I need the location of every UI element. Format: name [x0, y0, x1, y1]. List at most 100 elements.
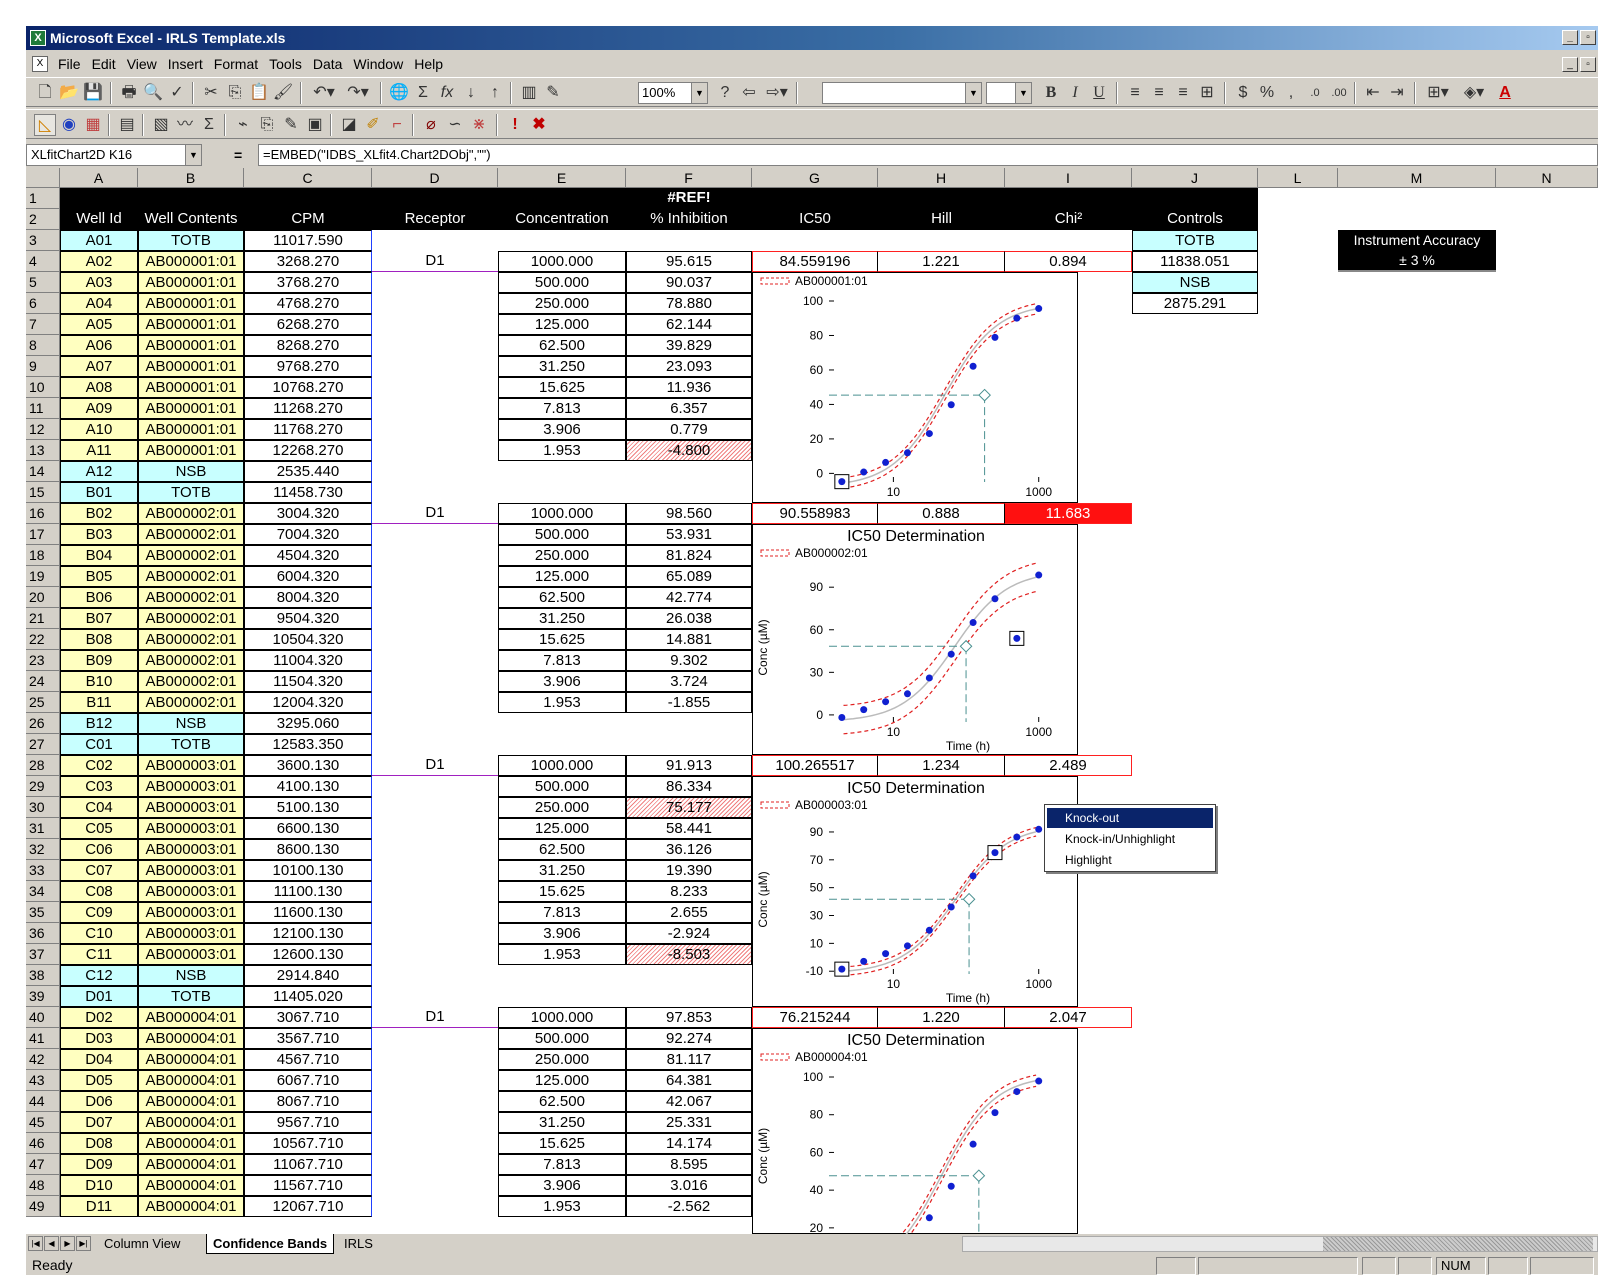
- well-id-cell[interactable]: B09: [60, 650, 138, 671]
- row-header[interactable]: 30: [26, 797, 60, 818]
- row-header[interactable]: 22: [26, 629, 60, 650]
- xlfit-knockout-icon[interactable]: ⌀: [420, 114, 442, 136]
- row-header[interactable]: 43: [26, 1070, 60, 1091]
- row-header[interactable]: 34: [26, 881, 60, 902]
- concentration-cell[interactable]: 500.000: [498, 776, 626, 797]
- next-sheet-icon[interactable]: ▶: [60, 1236, 75, 1251]
- inhibition-cell[interactable]: 58.441: [626, 818, 752, 839]
- menu-help[interactable]: Help: [414, 52, 443, 76]
- xlfit-line-icon[interactable]: ⌐: [386, 114, 408, 136]
- well-id-cell[interactable]: A03: [60, 272, 138, 293]
- cpm-cell[interactable]: 11405.020: [244, 986, 372, 1007]
- well-id-cell[interactable]: C12: [60, 965, 138, 986]
- concentration-cell[interactable]: 1000.000: [498, 755, 626, 776]
- well-contents-cell[interactable]: AB000001:01: [138, 398, 244, 419]
- cpm-cell[interactable]: 4567.710: [244, 1049, 372, 1070]
- concentration-cell[interactable]: 1.953: [498, 1196, 626, 1217]
- cpm-cell[interactable]: 2535.440: [244, 461, 372, 482]
- cpm-cell[interactable]: 6067.710: [244, 1070, 372, 1091]
- well-id-cell[interactable]: D02: [60, 1007, 138, 1028]
- well-contents-cell[interactable]: AB000003:01: [138, 818, 244, 839]
- inhibition-cell[interactable]: 19.390: [626, 860, 752, 881]
- well-id-cell[interactable]: A01: [60, 230, 138, 251]
- cpm-cell[interactable]: 7004.320: [244, 524, 372, 545]
- concentration-cell[interactable]: 1000.000: [498, 251, 626, 272]
- xlfit-chart-icon[interactable]: ◺: [34, 114, 56, 136]
- cpm-cell[interactable]: 11600.130: [244, 902, 372, 923]
- receptor-cell[interactable]: D1: [372, 503, 498, 524]
- controls-totb-value[interactable]: 11838.051: [1132, 251, 1258, 272]
- well-id-cell[interactable]: B12: [60, 713, 138, 734]
- row-header[interactable]: 38: [26, 965, 60, 986]
- hill-cell[interactable]: 1.221: [878, 251, 1005, 272]
- xlfit-fit-icon[interactable]: ▧: [150, 114, 172, 136]
- concentration-cell[interactable]: 3.906: [498, 671, 626, 692]
- format-painter-icon[interactable]: 🖌: [272, 82, 294, 104]
- well-contents-cell[interactable]: AB000001:01: [138, 440, 244, 461]
- menu-data[interactable]: Data: [313, 52, 343, 76]
- well-contents-cell[interactable]: AB000002:01: [138, 671, 244, 692]
- well-id-cell[interactable]: C02: [60, 755, 138, 776]
- inhibition-cell[interactable]: 78.880: [626, 293, 752, 314]
- cpm-cell[interactable]: 9504.320: [244, 608, 372, 629]
- row-header[interactable]: 33: [26, 860, 60, 881]
- ic50-cell[interactable]: 100.265517: [752, 755, 878, 776]
- well-id-cell[interactable]: A12: [60, 461, 138, 482]
- menu-view[interactable]: View: [127, 52, 157, 76]
- cpm-cell[interactable]: 3768.270: [244, 272, 372, 293]
- xlfit-edit-icon[interactable]: ✎: [280, 114, 302, 136]
- cpm-cell[interactable]: 9768.270: [244, 356, 372, 377]
- formula-input[interactable]: =EMBED("IDBS_XLfit4.Chart2DObj",""): [258, 144, 1598, 166]
- comma-icon[interactable]: ,: [1280, 82, 1302, 104]
- inhibition-cell[interactable]: -2.924: [626, 923, 752, 944]
- row-header[interactable]: 5: [26, 272, 60, 293]
- new-icon[interactable]: 🗋: [34, 82, 56, 104]
- well-contents-cell[interactable]: AB000002:01: [138, 608, 244, 629]
- prev-sheet-icon[interactable]: ◀: [44, 1236, 59, 1251]
- well-contents-cell[interactable]: AB000003:01: [138, 839, 244, 860]
- inhibition-cell[interactable]: -8.503: [626, 944, 752, 965]
- well-contents-cell[interactable]: AB000001:01: [138, 419, 244, 440]
- concentration-cell[interactable]: 7.813: [498, 650, 626, 671]
- inhibition-cell[interactable]: 26.038: [626, 608, 752, 629]
- row-header[interactable]: 27: [26, 734, 60, 755]
- row-header[interactable]: 24: [26, 671, 60, 692]
- inhibition-cell[interactable]: 3.016: [626, 1175, 752, 1196]
- cpm-cell[interactable]: 10504.320: [244, 629, 372, 650]
- inhibition-cell[interactable]: 11.936: [626, 377, 752, 398]
- row-header[interactable]: 21: [26, 608, 60, 629]
- minimize-button[interactable]: _: [1562, 30, 1578, 45]
- cpm-cell[interactable]: 9567.710: [244, 1112, 372, 1133]
- well-id-cell[interactable]: D11: [60, 1196, 138, 1217]
- well-contents-cell[interactable]: AB000002:01: [138, 650, 244, 671]
- last-sheet-icon[interactable]: ▶|: [76, 1236, 91, 1251]
- xlfit-chart[interactable]: IC50 Determination AB000002:01 0 30 60 90 10 10…: [752, 524, 1078, 755]
- well-contents-cell[interactable]: AB000002:01: [138, 692, 244, 713]
- inhibition-cell[interactable]: 14.174: [626, 1133, 752, 1154]
- controls-nsb-value[interactable]: 2875.291: [1132, 293, 1258, 314]
- row-header[interactable]: 2: [26, 209, 60, 230]
- well-contents-cell[interactable]: AB000001:01: [138, 293, 244, 314]
- well-id-cell[interactable]: B10: [60, 671, 138, 692]
- select-all-corner[interactable]: [26, 168, 60, 188]
- row-header[interactable]: 19: [26, 566, 60, 587]
- bold-icon[interactable]: B: [1040, 82, 1062, 104]
- font-combo[interactable]: ▼: [822, 82, 982, 104]
- sheet-tab-irls[interactable]: IRLS: [338, 1234, 379, 1254]
- column-header-a[interactable]: A: [60, 168, 138, 188]
- sheet-tab-confidence-bands[interactable]: Confidence Bands: [206, 1234, 335, 1254]
- inhibition-cell[interactable]: 53.931: [626, 524, 752, 545]
- concentration-cell[interactable]: 1000.000: [498, 503, 626, 524]
- well-contents-cell[interactable]: TOTB: [138, 734, 244, 755]
- well-contents-cell[interactable]: TOTB: [138, 230, 244, 251]
- well-contents-cell[interactable]: AB000002:01: [138, 503, 244, 524]
- row-header[interactable]: 13: [26, 440, 60, 461]
- cpm-cell[interactable]: 11504.320: [244, 671, 372, 692]
- well-id-cell[interactable]: C07: [60, 860, 138, 881]
- concentration-cell[interactable]: 125.000: [498, 818, 626, 839]
- cpm-cell[interactable]: 2914.840: [244, 965, 372, 986]
- well-contents-cell[interactable]: NSB: [138, 461, 244, 482]
- well-id-cell[interactable]: C05: [60, 818, 138, 839]
- menu-tools[interactable]: Tools: [269, 52, 302, 76]
- row-header[interactable]: 20: [26, 587, 60, 608]
